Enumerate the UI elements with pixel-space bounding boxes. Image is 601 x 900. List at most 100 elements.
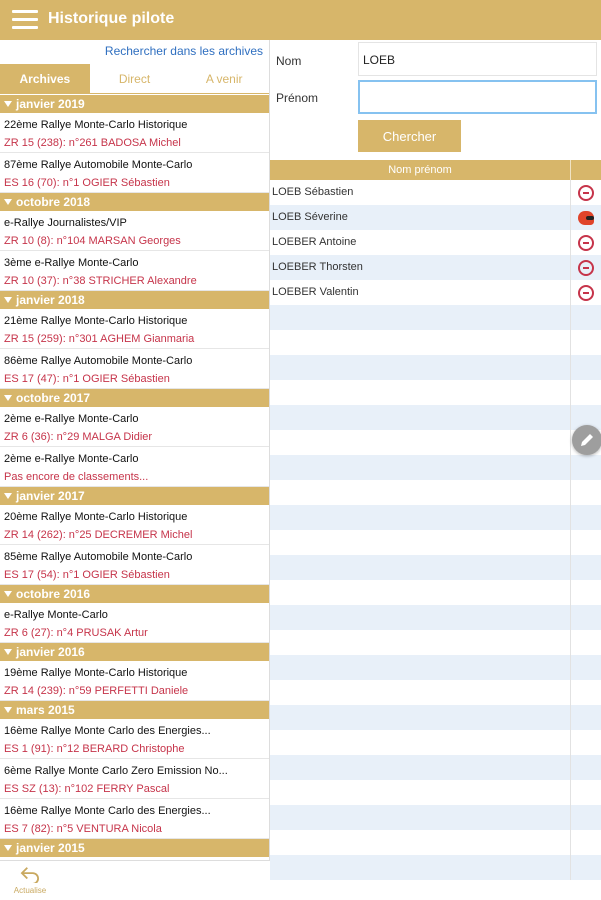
event-title: 6ème Rallye Monte Carlo Zero Emission No…: [4, 765, 228, 777]
event-title: 20ème Rallye Monte-Carlo Historique: [4, 511, 188, 523]
list-item[interactable]: e-Rallye Monte-Carlo ZR 6 (27): n°4 PRUSA…: [0, 603, 269, 643]
list-item[interactable]: 22ème Rallye Monte-Carlo Historique ZR 15…: [0, 113, 269, 153]
list-item[interactable]: 85ème Rallye Automobile Monte-Carlo ES 17…: [0, 545, 269, 585]
pilot-name: [270, 730, 571, 755]
event-result: ZR 10 (8): n°104 MARSAN Georges: [4, 235, 181, 247]
role-icon-cell: [571, 180, 601, 205]
empty-row: [270, 330, 601, 355]
empty-icon-cell: [571, 855, 601, 880]
edit-button[interactable]: [572, 425, 601, 455]
event-result: ES 1 (91): n°12 BERARD Christophe: [4, 743, 185, 755]
nom-label: Nom: [276, 54, 302, 68]
role-icon-cell: [571, 280, 601, 305]
list-item[interactable]: 87ème Rallye Automobile Monte-Carlo ES 16…: [0, 153, 269, 193]
empty-icon-cell: [571, 505, 601, 530]
prenom-label: Prénom: [276, 91, 319, 105]
pilot-name: LOEB Sébastien: [270, 180, 571, 205]
empty-icon-cell: [571, 530, 601, 555]
list-item[interactable]: 20ème Rallye Monte-Carlo Historique ZR 14…: [0, 505, 269, 545]
empty-icon-cell: [571, 330, 601, 355]
event-title: 22ème Rallye Monte-Carlo Historique: [4, 119, 188, 131]
list-item[interactable]: 2ème e-Rallye Monte-Carlo Pas encore de c…: [0, 447, 269, 487]
pilot-name: LOEBER Antoine: [270, 230, 571, 255]
event-title: 2ème e-Rallye Monte-Carlo: [4, 453, 139, 465]
empty-row: [270, 530, 601, 555]
steering-wheel-icon: [578, 259, 594, 276]
empty-icon-cell: [571, 655, 601, 680]
refresh-button[interactable]: Actualise: [8, 865, 52, 895]
archive-panel: Rechercher dans les archives Archives Di…: [0, 40, 270, 900]
event-result: ZR 15 (259): n°301 AGHEM Gianmaria: [4, 333, 195, 345]
empty-row: [270, 655, 601, 680]
list-item[interactable]: 2ème e-Rallye Monte-Carlo ZR 6 (36): n°29…: [0, 407, 269, 447]
app-header: Historique pilote: [0, 0, 601, 40]
event-title: 3ème e-Rallye Monte-Carlo: [4, 257, 139, 269]
list-item[interactable]: e-Rallye Journalistes/VIP ZR 10 (8): n°10…: [0, 211, 269, 251]
archive-list[interactable]: janvier 2019 22ème Rallye Monte-Carlo His…: [0, 95, 269, 887]
refresh-label: Actualise: [13, 886, 47, 895]
pilot-name: [270, 780, 571, 805]
pilot-name: [270, 455, 571, 480]
hamburger-menu-icon[interactable]: [12, 10, 38, 30]
pilot-name: [270, 605, 571, 630]
month-header: janvier 2018: [0, 291, 269, 309]
table-row[interactable]: LOEB Sébastien: [270, 180, 601, 205]
pilot-name: LOEB Séverine: [270, 205, 571, 230]
empty-row: [270, 355, 601, 380]
search-button[interactable]: Chercher: [358, 120, 461, 152]
tab-archives[interactable]: Archives: [0, 64, 90, 93]
event-title: e-Rallye Monte-Carlo: [4, 609, 108, 621]
empty-row: [270, 480, 601, 505]
pilot-name: [270, 830, 571, 855]
list-item[interactable]: 19ème Rallye Monte-Carlo Historique ZR 14…: [0, 661, 269, 701]
pilot-name: [270, 855, 571, 880]
pilot-name: LOEBER Thorsten: [270, 255, 571, 280]
tab-direct[interactable]: Direct: [90, 64, 180, 93]
table-row[interactable]: LOEBER Antoine: [270, 230, 601, 255]
event-result: ZR 15 (238): n°261 BADOSA Michel: [4, 137, 181, 149]
empty-icon-cell: [571, 555, 601, 580]
pilot-name: [270, 380, 571, 405]
pilot-name: [270, 305, 571, 330]
empty-row: [270, 730, 601, 755]
list-item[interactable]: 6ème Rallye Monte Carlo Zero Emission No…: [0, 759, 269, 799]
table-row[interactable]: LOEB Séverine: [270, 205, 601, 230]
pilot-name: [270, 805, 571, 830]
nom-row: Nom LOEB: [270, 42, 601, 80]
table-row[interactable]: LOEBER Thorsten: [270, 255, 601, 280]
event-result: ZR 14 (239): n°59 PERFETTI Daniele: [4, 685, 189, 697]
steering-wheel-icon: [578, 284, 594, 301]
event-result: ZR 14 (262): n°25 DECREMER Michel: [4, 529, 193, 541]
empty-icon-cell: [571, 480, 601, 505]
month-header: janvier 2017: [0, 487, 269, 505]
tab-a-venir[interactable]: A venir: [179, 64, 269, 93]
column-header-icon: [571, 160, 601, 180]
list-item[interactable]: 86ème Rallye Automobile Monte-Carlo ES 17…: [0, 349, 269, 389]
prenom-input[interactable]: [358, 80, 597, 114]
nom-input[interactable]: LOEB: [358, 42, 597, 76]
pilot-name: [270, 505, 571, 530]
event-result: ES 16 (70): n°1 OGIER Sébastien: [4, 177, 170, 189]
table-row[interactable]: LOEBER Valentin: [270, 280, 601, 305]
event-result: ES 7 (82): n°5 VENTURA Nicola: [4, 823, 162, 835]
event-result: ZR 6 (27): n°4 PRUSAK Artur: [4, 627, 148, 639]
list-item[interactable]: 3ème e-Rallye Monte-Carlo ZR 10 (37): n°3…: [0, 251, 269, 291]
list-item[interactable]: 16ème Rallye Monte Carlo des Energies...…: [0, 799, 269, 839]
event-title: 2ème e-Rallye Monte-Carlo: [4, 413, 139, 425]
helmet-icon: [578, 210, 594, 225]
event-title: 86ème Rallye Automobile Monte-Carlo: [4, 355, 193, 367]
pilot-name: [270, 680, 571, 705]
search-archives-link[interactable]: Rechercher dans les archives: [0, 40, 269, 64]
event-result: ES SZ (13): n°102 FERRY Pascal: [4, 783, 170, 795]
empty-row: [270, 805, 601, 830]
pilot-name: [270, 755, 571, 780]
bottom-toolbar: Actualise: [0, 860, 270, 900]
role-icon-cell: [571, 205, 601, 230]
prenom-row: Prénom: [270, 80, 601, 118]
event-title: 16ème Rallye Monte Carlo des Energies...: [4, 805, 211, 817]
month-header: octobre 2016: [0, 585, 269, 603]
event-title: 21ème Rallye Monte-Carlo Historique: [4, 315, 188, 327]
list-item[interactable]: 21ème Rallye Monte-Carlo Historique ZR 15…: [0, 309, 269, 349]
pilot-name: [270, 555, 571, 580]
list-item[interactable]: 16ème Rallye Monte Carlo des Energies...…: [0, 719, 269, 759]
